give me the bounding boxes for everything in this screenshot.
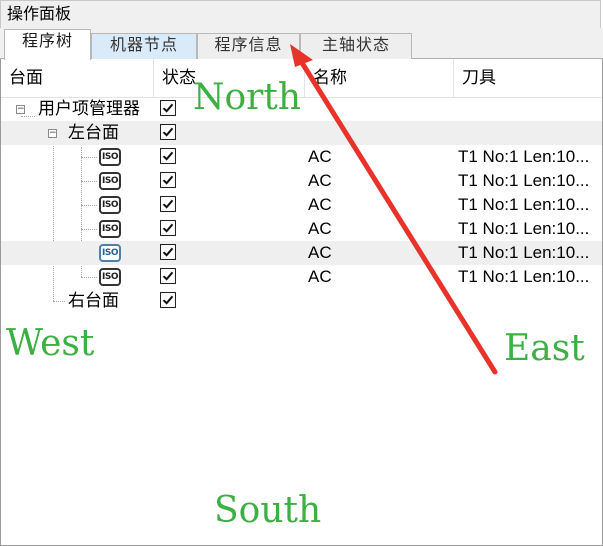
tab-bar: 程序树 机器节点 程序信息 主轴状态 [0,28,603,60]
status-checkbox[interactable] [160,124,176,140]
iso-program-icon: ISO [99,244,121,262]
tab-spindle-status[interactable]: 主轴状态 [300,33,412,59]
operation-tool: T1 No:1 Len:10... [458,147,590,166]
operation-name: AC [308,219,332,238]
tree-row-right-table[interactable]: 右台面 [1,289,602,313]
column-table-label: 台面 [9,68,43,87]
status-checkbox[interactable] [160,172,176,188]
column-header-name[interactable]: 名称 [305,59,454,97]
status-checkbox[interactable] [160,268,176,284]
tab-program-tree[interactable]: 程序树 [4,29,91,60]
operation-name: AC [308,243,332,262]
tree-node-label: 用户项管理器 [38,99,140,118]
status-checkbox[interactable] [160,148,176,164]
tab-program-info[interactable]: 程序信息 [197,33,300,59]
west-label: West [6,323,95,364]
panel-title: 操作面板 [0,0,601,28]
column-status-label: 状态 [162,68,196,87]
panel-title-text: 操作面板 [7,6,72,23]
tree-row-operation-selected[interactable]: ISO AC T1 No:1 Len:10... [1,241,602,265]
operation-tool: T1 No:1 Len:10... [458,195,590,214]
iso-program-icon: ISO [99,220,121,238]
column-header-tool[interactable]: 刀具 [454,59,602,97]
checkmark-icon [162,175,174,185]
tree-row-operation[interactable]: ISO AC T1 No:1 Len:10... [1,145,602,169]
collapse-toggle[interactable]: − [16,105,25,114]
iso-program-icon: ISO [99,172,121,190]
checkmark-icon [162,103,174,113]
operation-name: AC [308,195,332,214]
tree-row-operation[interactable]: ISO AC T1 No:1 Len:10... [1,265,602,289]
column-tool-label: 刀具 [462,68,496,87]
checkmark-icon [162,223,174,233]
operation-tool: T1 No:1 Len:10... [458,267,590,286]
iso-program-icon: ISO [99,148,121,166]
column-header-table[interactable]: 台面 [1,59,154,97]
checkmark-icon [162,199,174,209]
operation-name: AC [308,147,332,166]
status-checkbox[interactable] [160,100,176,116]
checkmark-icon [162,271,174,281]
tree-row-left-table[interactable]: − 左台面 [1,121,602,145]
tree-row-operation[interactable]: ISO AC T1 No:1 Len:10... [1,193,602,217]
tab-machine-nodes[interactable]: 机器节点 [91,33,197,59]
iso-program-icon: ISO [99,268,121,286]
iso-program-icon: ISO [99,196,121,214]
checkmark-icon [162,247,174,257]
operation-name: AC [308,267,332,286]
checkmark-icon [162,127,174,137]
operation-name: AC [308,171,332,190]
status-checkbox[interactable] [160,196,176,212]
tree-grid: 台面 状态 名称 刀具 − 用户项管理器 − 左台面 ISO AC T1 No:… [0,59,603,546]
south-label: South [214,490,322,531]
tree-node-label: 右台面 [68,291,119,310]
north-label: North [193,77,302,118]
east-label: East [504,328,585,369]
column-header: 台面 状态 名称 刀具 [1,59,602,98]
status-checkbox[interactable] [160,220,176,236]
column-name-label: 名称 [313,68,347,87]
status-checkbox[interactable] [160,292,176,308]
tree-row-operation[interactable]: ISO AC T1 No:1 Len:10... [1,169,602,193]
status-checkbox[interactable] [160,244,176,260]
operation-tool: T1 No:1 Len:10... [458,243,590,262]
collapse-toggle[interactable]: − [48,129,57,138]
tree-node-label: 左台面 [68,123,119,142]
tree-row-root[interactable]: − 用户项管理器 [1,97,602,121]
checkmark-icon [162,295,174,305]
tree-row-operation[interactable]: ISO AC T1 No:1 Len:10... [1,217,602,241]
operation-tool: T1 No:1 Len:10... [458,171,590,190]
checkmark-icon [162,151,174,161]
operation-tool: T1 No:1 Len:10... [458,219,590,238]
